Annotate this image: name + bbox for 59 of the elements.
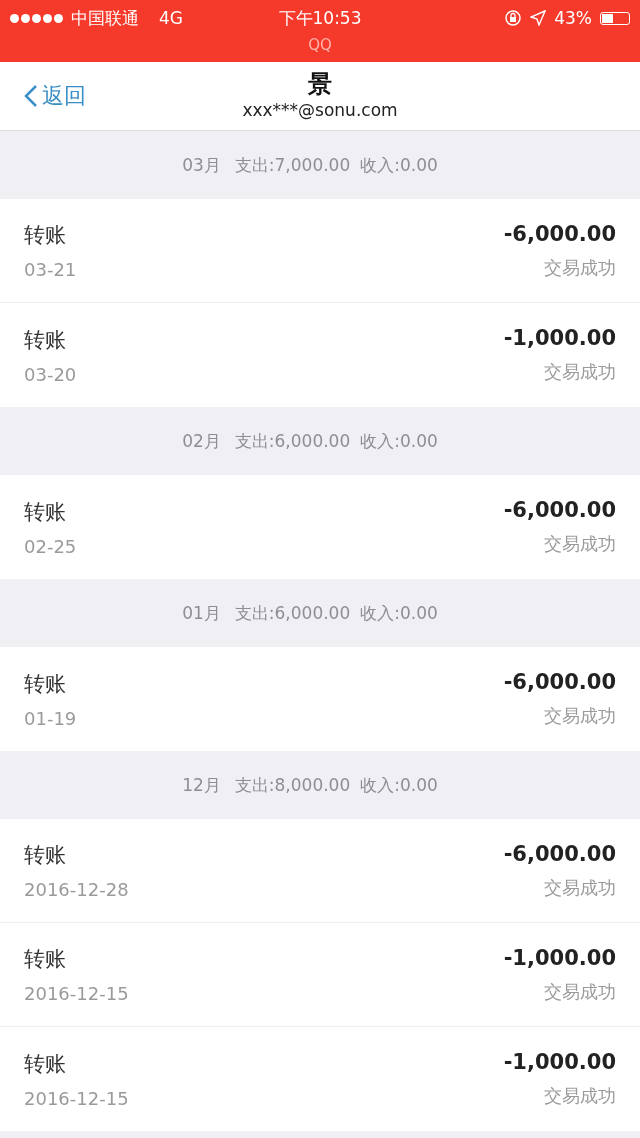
transaction-date: 2016-12-15 <box>24 1087 129 1109</box>
transaction-type: 转账 <box>24 842 67 869</box>
transaction-date: 03-20 <box>24 363 77 385</box>
month-expense: 支出:8,000.00 <box>234 773 351 797</box>
signal-icon <box>10 13 63 23</box>
transaction-row[interactable]: 转账 2016-12-15 -1,000.00 交易成功 <box>0 1027 640 1131</box>
transaction-row[interactable]: 转账 2016-12-28 -6,000.00 交易成功 <box>0 819 640 923</box>
transaction-type: 转账 <box>24 326 67 354</box>
transaction-row[interactable]: 转账 02-25 -6,000.00 交易成功 <box>0 475 640 579</box>
transaction-row[interactable]: 转账 03-21 -6,000.00 交易成功 <box>0 199 640 303</box>
transaction-row[interactable]: 转账 03-20 -1,000.00 交易成功 <box>0 303 640 407</box>
network-type: 4G <box>159 8 183 28</box>
transaction-status: 交易成功 <box>544 360 616 384</box>
transaction-amount: -1,000.00 <box>503 945 616 970</box>
transaction-date: 01-19 <box>24 707 77 729</box>
month-expense: 支出:6,000.00 <box>234 601 351 625</box>
month-label: 03月 <box>182 153 221 177</box>
month-label: 12月 <box>182 773 221 797</box>
transaction-type: 转账 <box>24 1050 67 1078</box>
contact-email: xxx***@sonu.com <box>242 100 398 120</box>
transaction-type: 转账 <box>24 670 67 698</box>
transaction-type: 转账 <box>24 946 67 973</box>
transaction-amount: -1,000.00 <box>503 326 616 350</box>
back-button[interactable]: 返回 <box>24 81 86 111</box>
transaction-date: 2016-12-28 <box>24 879 129 900</box>
transaction-type: 转账 <box>24 222 67 249</box>
transaction-status: 交易成功 <box>544 875 616 900</box>
month-income: 收入:0.00 <box>360 429 438 453</box>
month-label: 02月 <box>182 429 221 453</box>
transaction-amount: -6,000.00 <box>503 670 616 694</box>
transaction-date: 2016-12-15 <box>24 983 129 1004</box>
location-icon <box>530 10 547 26</box>
chevron-icon <box>24 84 38 108</box>
carrier-name: 中国联通 <box>71 6 139 30</box>
rotation-lock-icon <box>504 9 523 27</box>
transaction-amount: -6,000.00 <box>503 221 616 246</box>
transaction-amount: -6,000.00 <box>503 841 616 866</box>
month-label: 01月 <box>182 601 221 625</box>
month-expense: 支出:6,000.00 <box>234 429 351 453</box>
transaction-status: 交易成功 <box>544 1084 616 1108</box>
month-income: 收入:0.00 <box>360 601 438 625</box>
transaction-row[interactable]: 转账 2016-12-15 -1,000.00 交易成功 <box>0 923 640 1027</box>
transaction-row[interactable]: 转账 01-19 -6,000.00 交易成功 <box>0 647 640 751</box>
month-income: 收入:0.00 <box>360 153 438 177</box>
battery-percent: 43% <box>554 8 592 28</box>
transaction-status: 交易成功 <box>544 532 616 556</box>
transaction-amount: -1,000.00 <box>503 1050 616 1074</box>
transaction-status: 交易成功 <box>544 704 616 728</box>
transaction-type: 转账 <box>24 498 67 526</box>
contact-name: 景 <box>308 69 332 100</box>
transaction-status: 交易成功 <box>544 255 616 280</box>
transaction-date: 03-21 <box>24 259 77 280</box>
month-expense: 支出:7,000.00 <box>234 153 351 177</box>
transaction-status: 交易成功 <box>544 979 616 1004</box>
month-income: 收入:0.00 <box>360 773 438 797</box>
transaction-amount: -6,000.00 <box>503 498 616 522</box>
transaction-date: 02-25 <box>24 535 77 557</box>
clock: 下午10:53 <box>278 6 362 30</box>
battery-icon <box>600 11 630 25</box>
